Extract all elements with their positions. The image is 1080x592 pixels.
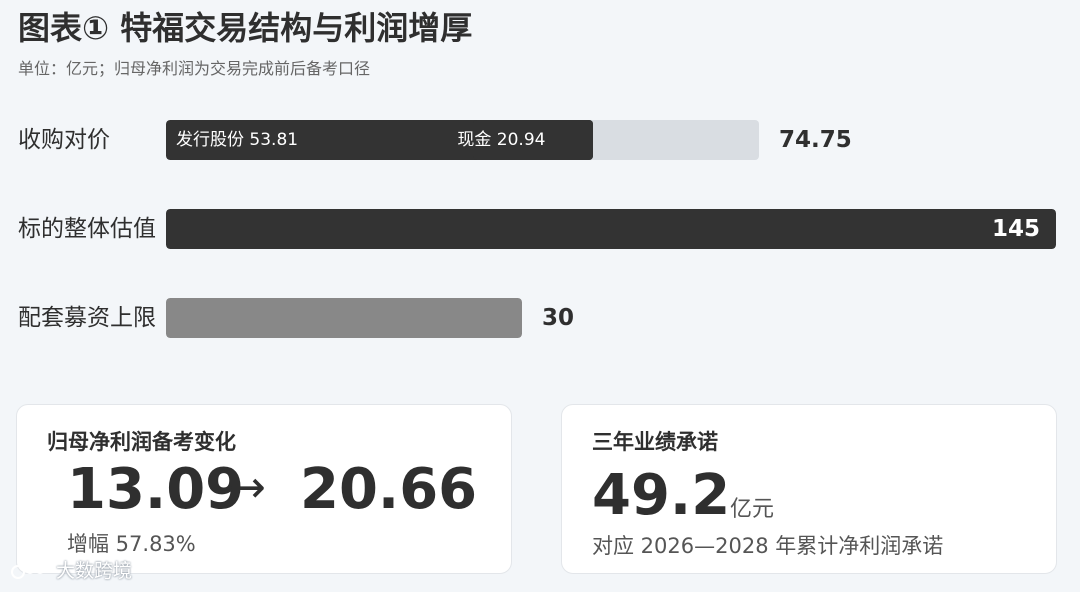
commitment-value: 49.2 [592,463,731,528]
segment-label-cash: 现金 20.94 [457,130,546,150]
profit-after-value: 20.66 [300,457,478,522]
category-label-fundraising: 配套募资上限 [18,305,156,331]
bar-value-valuation: 145 [991,216,1040,242]
bar-track-acquisition: 发行股份 53.81 现金 20.94 [166,120,759,160]
watermark: 大数跨境 [10,558,132,584]
segment-label-shares: 发行股份 53.81 [176,130,299,150]
profit-before-value: 13.09 [67,457,245,522]
watermark-text: 大数跨境 [56,560,133,582]
commitment-note: 对应 2026—2028 年累计净利润承诺 [592,534,944,558]
bar-track-fundraising [166,298,522,338]
chart-title: 图表① 特福交易结构与利润增厚 [18,9,473,47]
category-label-acquisition: 收购对价 [18,127,110,153]
bar-valuation [166,209,1056,249]
arrow-icon: → [229,462,266,513]
commitment-card: 三年业绩承诺 49.2 亿元 对应 2026—2028 年累计净利润承诺 [561,404,1057,574]
profit-change-card: 归母净利润备考变化 13.09 → 20.66 增幅 57.83% [16,404,512,574]
bar-fundraising [166,298,522,338]
bar-value-acquisition: 74.75 [779,127,852,153]
bar-track-valuation [166,209,1056,249]
category-label-valuation: 标的整体估值 [18,216,156,242]
profit-growth-note: 增幅 57.83% [67,532,196,556]
chart-subtitle: 单位：亿元；归母净利润为交易完成前后备考口径 [18,59,371,78]
card-title-profit: 归母净利润备考变化 [47,430,236,454]
commitment-unit: 亿元 [730,497,775,522]
logo-icon [11,563,45,579]
bar-value-fundraising: 30 [542,305,575,331]
card-title-commitment: 三年业绩承诺 [592,430,718,454]
